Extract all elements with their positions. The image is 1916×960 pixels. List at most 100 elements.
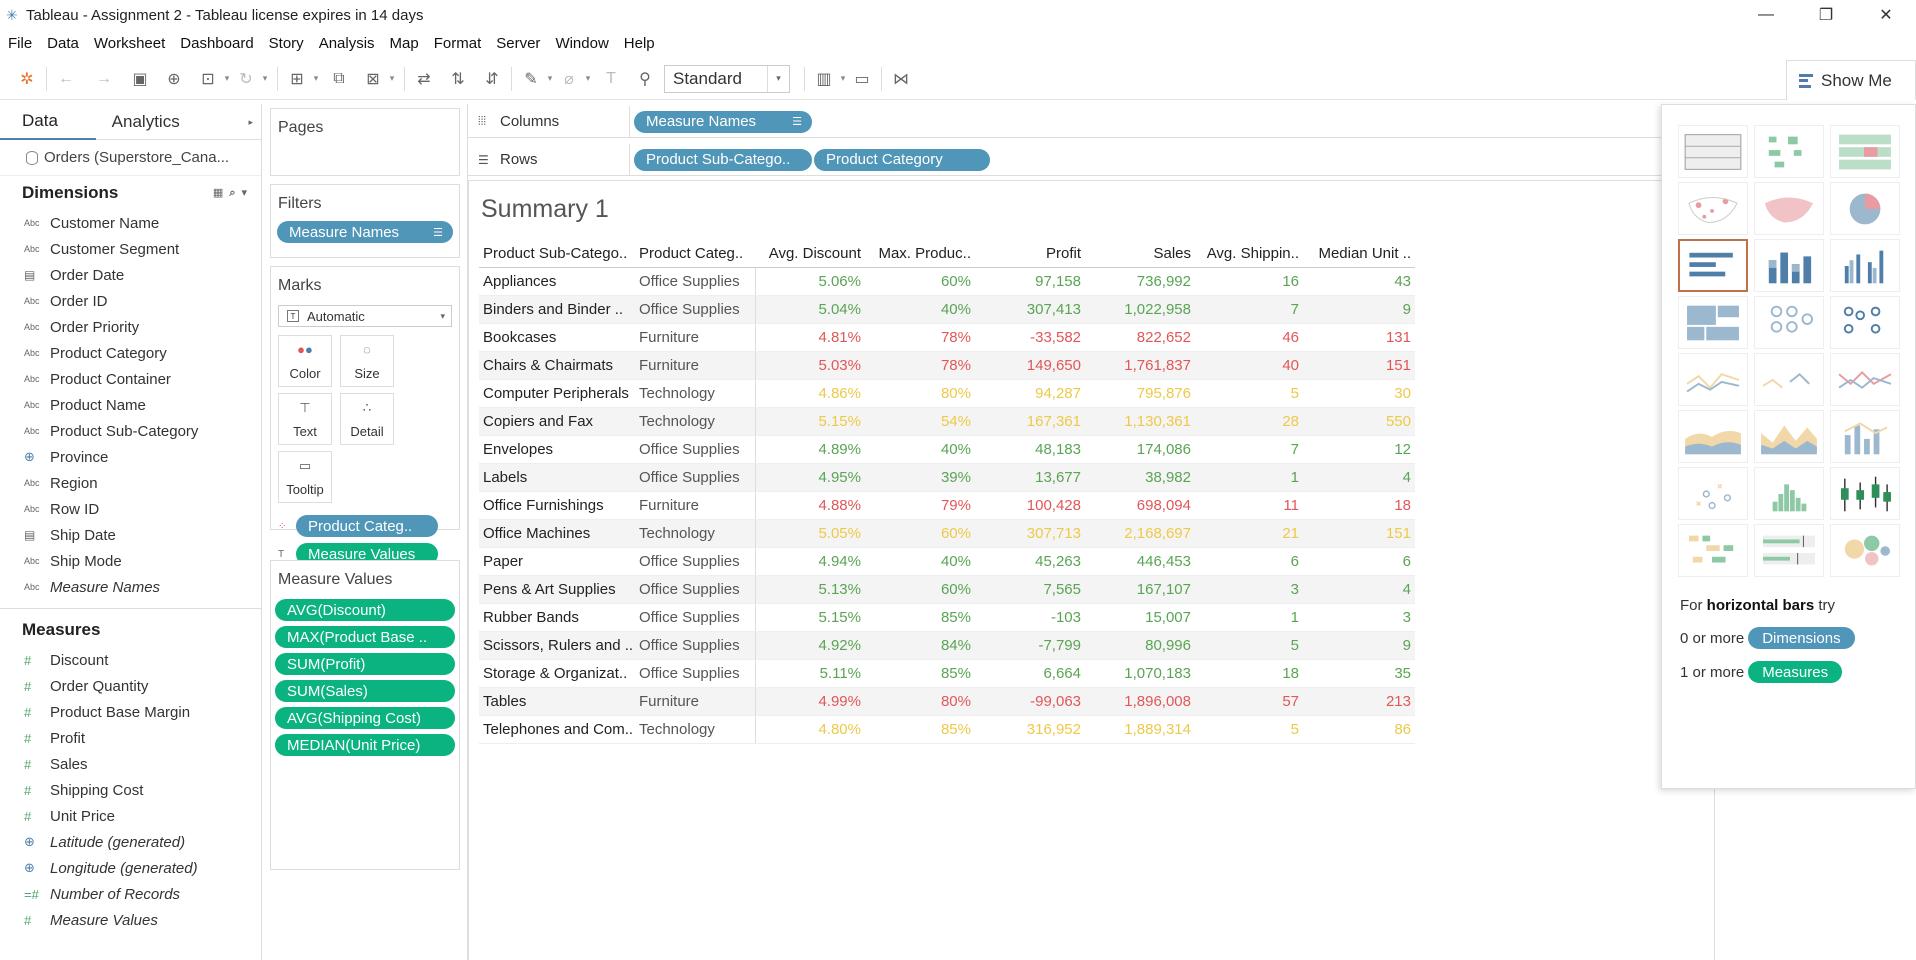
fix-axes-icon[interactable]: ⚲ xyxy=(632,66,658,92)
value-cell[interactable]: 60% xyxy=(865,575,975,604)
value-cell[interactable]: 5.11% xyxy=(755,659,865,688)
field-province[interactable]: ⊕ Province xyxy=(0,444,261,470)
value-cell[interactable]: 1 xyxy=(1195,463,1303,492)
pane-tools-icons[interactable]: ▦⌕▾ xyxy=(213,186,253,200)
color-button[interactable]: ●● Color xyxy=(278,335,332,387)
value-cell[interactable]: 4.80% xyxy=(755,715,865,744)
pie-chart-icon[interactable] xyxy=(1830,182,1900,235)
value-cell[interactable]: 1,022,958 xyxy=(1085,295,1195,324)
tab-data[interactable]: Data xyxy=(0,104,96,140)
value-cell[interactable]: 5 xyxy=(1195,379,1303,408)
value-cell[interactable]: 307,413 xyxy=(975,295,1085,324)
new-data-source-icon[interactable]: ⊕ xyxy=(161,66,187,92)
category-cell[interactable]: Office Supplies xyxy=(635,631,756,660)
symbol-map-icon[interactable] xyxy=(1678,182,1748,235)
table-row[interactable]: Storage & Organizat.. Office Supplies 5.11… xyxy=(479,659,1415,688)
heat-map-icon[interactable] xyxy=(1754,125,1824,178)
table-row[interactable]: Telephones and Com.. Technology 4.80% 85% 31… xyxy=(479,715,1415,744)
histogram-icon[interactable] xyxy=(1754,467,1824,520)
dual-lines-icon[interactable] xyxy=(1830,353,1900,406)
table-row[interactable]: Labels Office Supplies 4.95% 39% 13,677 38,98… xyxy=(479,463,1415,492)
value-cell[interactable]: 85% xyxy=(865,659,975,688)
sub-category-cell[interactable]: Telephones and Com.. xyxy=(479,715,635,744)
sub-category-cell[interactable]: Binders and Binder .. xyxy=(479,295,635,324)
value-cell[interactable]: 213 xyxy=(1303,687,1415,716)
value-cell[interactable]: 5 xyxy=(1195,631,1303,660)
value-cell[interactable]: 6 xyxy=(1195,547,1303,576)
value-cell[interactable]: 9 xyxy=(1303,295,1415,324)
value-cell[interactable]: 167,361 xyxy=(975,407,1085,436)
fit-select[interactable]: Standard ▾ xyxy=(664,64,790,93)
col-header[interactable]: Median Unit .. xyxy=(1303,241,1415,268)
value-cell[interactable]: 3 xyxy=(1195,575,1303,604)
value-cell[interactable]: 80% xyxy=(865,379,975,408)
minimize-button[interactable]: — xyxy=(1736,0,1796,30)
stacked-bars-icon[interactable] xyxy=(1754,239,1824,292)
field-measure-values[interactable]: # Measure Values xyxy=(0,907,261,933)
area-discrete-icon[interactable] xyxy=(1754,410,1824,463)
table-row[interactable]: Chairs & Chairmats Furniture 5.03% 78% 149,6… xyxy=(479,351,1415,380)
table-row[interactable]: Copiers and Fax Technology 5.15% 54% 167,361… xyxy=(479,407,1415,436)
field-latitude[interactable]: ⊕ Latitude (generated) xyxy=(0,829,261,855)
new-worksheet-icon[interactable]: ⊞ xyxy=(284,66,310,92)
field-shipping-cost[interactable]: # Shipping Cost xyxy=(0,777,261,803)
col-header[interactable]: Avg. Discount xyxy=(755,241,865,268)
side-by-side-bars-icon[interactable] xyxy=(1830,239,1900,292)
menu-data[interactable]: Data xyxy=(47,35,79,52)
value-cell[interactable]: 79% xyxy=(865,491,975,520)
table-row[interactable]: Tables Furniture 4.99% 80% -99,063 1,896,008 5… xyxy=(479,687,1415,716)
value-cell[interactable]: 4.81% xyxy=(755,323,865,352)
value-cell[interactable]: 60% xyxy=(865,519,975,548)
value-cell[interactable]: 5.13% xyxy=(755,575,865,604)
table-row[interactable]: Office Furnishings Furniture 4.88% 79% 100,4… xyxy=(479,491,1415,520)
redo-icon[interactable]: → xyxy=(91,66,117,92)
category-cell[interactable]: Furniture xyxy=(635,491,756,520)
chevron-down-icon[interactable]: ▾ xyxy=(310,73,322,84)
pause-updates-icon[interactable]: ⊡ xyxy=(195,66,221,92)
chevron-down-icon[interactable]: ▾ xyxy=(221,73,233,84)
value-cell[interactable]: 736,992 xyxy=(1085,267,1195,296)
value-cell[interactable]: 97,158 xyxy=(975,267,1085,296)
measure-pill-sum-profit[interactable]: SUM(Profit) xyxy=(275,653,455,675)
value-cell[interactable]: 100,428 xyxy=(975,491,1085,520)
sub-category-cell[interactable]: Appliances xyxy=(479,267,635,296)
sub-category-cell[interactable]: Storage & Organizat.. xyxy=(479,659,635,688)
field-measure-names[interactable]: Abc Measure Names xyxy=(0,574,261,600)
value-cell[interactable]: 40% xyxy=(865,435,975,464)
sub-category-cell[interactable]: Tables xyxy=(479,687,635,716)
value-cell[interactable]: 4.95% xyxy=(755,463,865,492)
chevron-down-icon[interactable]: ▾ xyxy=(259,73,271,84)
sub-category-cell[interactable]: Chairs & Chairmats xyxy=(479,351,635,380)
menu-help[interactable]: Help xyxy=(624,35,655,52)
col-header[interactable]: Sales xyxy=(1085,241,1195,268)
measure-pill-max-product-base-margin[interactable]: MAX(Product Base .. xyxy=(275,626,455,648)
mark-type-select[interactable]: T Automatic ▾ xyxy=(278,305,452,327)
value-cell[interactable]: 40 xyxy=(1195,351,1303,380)
menu-format[interactable]: Format xyxy=(434,35,482,52)
value-cell[interactable]: 1,896,008 xyxy=(1085,687,1195,716)
category-cell[interactable]: Office Supplies xyxy=(635,547,756,576)
category-cell[interactable]: Furniture xyxy=(635,351,756,380)
value-cell[interactable]: 174,086 xyxy=(1085,435,1195,464)
sub-category-cell[interactable]: Pens & Art Supplies xyxy=(479,575,635,604)
category-cell[interactable]: Office Supplies xyxy=(635,575,756,604)
chevron-down-icon[interactable]: ▾ xyxy=(582,73,594,84)
sub-category-cell[interactable]: Paper xyxy=(479,547,635,576)
value-cell[interactable]: 48,183 xyxy=(975,435,1085,464)
sort-descending-icon[interactable]: ⇵ xyxy=(479,66,505,92)
value-cell[interactable]: 5.04% xyxy=(755,295,865,324)
group-members-icon[interactable]: ⌀ xyxy=(556,66,582,92)
value-cell[interactable]: 78% xyxy=(865,323,975,352)
packed-bubbles-icon[interactable] xyxy=(1830,524,1900,577)
value-cell[interactable]: 45,263 xyxy=(975,547,1085,576)
value-cell[interactable]: 54% xyxy=(865,407,975,436)
chevron-down-icon[interactable]: ▾ xyxy=(837,73,849,84)
category-cell[interactable]: Furniture xyxy=(635,323,756,352)
category-cell[interactable]: Technology xyxy=(635,407,756,436)
rows-pill-product-category[interactable]: Product Category xyxy=(814,148,990,171)
value-cell[interactable]: 43 xyxy=(1303,267,1415,296)
presentation-mode-icon[interactable]: ▭ xyxy=(849,66,875,92)
filled-map-icon[interactable] xyxy=(1754,182,1824,235)
rows-shelf[interactable]: ☰ Rows Product Sub-Catego.. Product Categ… xyxy=(468,143,1666,176)
columns-pill-measure-names[interactable]: Measure Names ☰ xyxy=(634,110,812,133)
